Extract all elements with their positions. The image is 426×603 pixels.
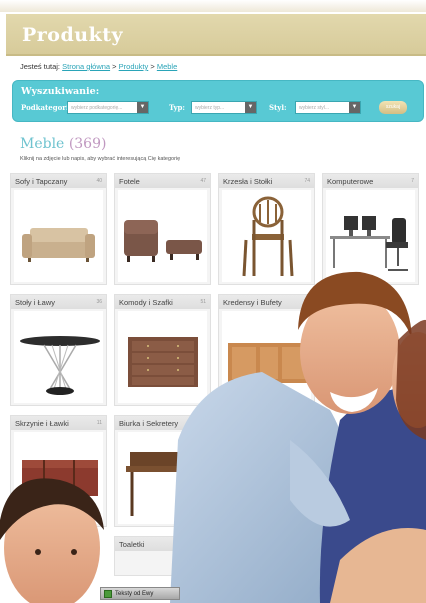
top-strip — [0, 0, 426, 12]
category-card[interactable]: Fotele 47 — [114, 173, 211, 285]
page-title: Produkty — [22, 24, 124, 46]
type-select[interactable]: wybierz typ... ▼ — [191, 101, 257, 114]
category-name: Krzesła i Stołki — [223, 177, 273, 186]
category-card-header: Stoły i Ławy 36 — [11, 295, 106, 309]
style-select[interactable]: wybierz styl... ▼ — [295, 101, 361, 114]
chevron-down-icon: ▼ — [349, 102, 360, 113]
category-select[interactable]: wybierz podkategorię... ▼ — [67, 101, 149, 114]
sofa-image[interactable] — [14, 190, 103, 282]
category-card-header: Krzesła i Stołki 74 — [219, 174, 314, 188]
category-card-header: Komody i Szafki 51 — [115, 295, 210, 309]
category-count: 40 — [96, 178, 102, 184]
category-name: Skrzynie i Ławki — [15, 419, 69, 428]
category-card[interactable]: Komputerowe 7 — [322, 173, 419, 285]
section-title: Meble (369) — [20, 136, 106, 152]
category-count: 74 — [304, 178, 310, 184]
category-name: Stoły i Ławy — [15, 298, 56, 307]
category-count: 7 — [411, 178, 414, 184]
style-select-value: wybierz styl... — [299, 105, 330, 111]
search-button[interactable]: szukaj — [379, 101, 407, 114]
sideboard-image[interactable] — [222, 311, 311, 403]
category-card[interactable]: Sofy i Tapczany 40 — [10, 173, 107, 285]
breadcrumb-separator: > — [112, 62, 117, 71]
breadcrumb-products-link[interactable]: Produkty — [119, 62, 149, 71]
breadcrumb-furniture-link[interactable]: Meble — [157, 62, 177, 71]
type-label: Typ: — [169, 103, 185, 112]
taskbar-button[interactable]: Teksty od Ewy — [100, 587, 180, 600]
style-label: Styl: — [269, 103, 287, 112]
category-card[interactable]: Kredensy i Bufety — [218, 294, 315, 406]
category-select-value: wybierz podkategorię... — [71, 105, 123, 111]
category-card-header: Fotele 47 — [115, 174, 210, 188]
taskbar-label: Teksty od Ewy — [115, 591, 154, 597]
category-card[interactable]: Toaletki — [114, 536, 211, 576]
chair-image[interactable] — [222, 190, 311, 282]
category-name: Sofy i Tapczany — [15, 177, 68, 186]
breadcrumb-prefix: Jesteś tutaj: — [20, 62, 61, 71]
section-instruction: Kliknij na zdjęcie lub napis, aby wybrać… — [20, 156, 181, 162]
category-card[interactable]: Biurka i Sekretery 16 — [114, 415, 211, 527]
category-name: Komody i Szafki — [119, 298, 173, 307]
category-card-header: Kredensy i Bufety — [219, 295, 314, 309]
category-card-header: Toaletki — [115, 537, 210, 551]
document-icon — [104, 590, 112, 598]
breadcrumb: Jesteś tutaj: Strona główna > Produkty >… — [20, 62, 177, 71]
category-card[interactable]: Krzesła i Stołki 74 — [218, 173, 315, 285]
category-name: Komputerowe — [327, 177, 374, 186]
category-count: 51 — [200, 299, 206, 305]
category-card[interactable]: Stoły i Ławy 36 — [10, 294, 107, 406]
category-card-header: Biurka i Sekretery 16 — [115, 416, 210, 430]
type-select-value: wybierz typ... — [195, 105, 225, 111]
category-card-header: Sofy i Tapczany 40 — [11, 174, 106, 188]
writing-desk-image[interactable] — [118, 432, 207, 524]
category-name: Fotele — [119, 177, 140, 186]
chevron-down-icon: ▼ — [137, 102, 148, 113]
section-count: (369) — [68, 136, 107, 152]
dresser-image[interactable] — [118, 311, 207, 403]
category-card[interactable]: Skrzynie i Ławki 11 — [10, 415, 107, 527]
category-card-header: Komputerowe 7 — [323, 174, 418, 188]
category-card-header: Skrzynie i Ławki 11 — [11, 416, 106, 430]
category-count: 36 — [96, 299, 102, 305]
table-image[interactable] — [14, 311, 103, 403]
category-count: 16 — [200, 420, 206, 426]
chest-image[interactable] — [14, 432, 103, 524]
section-title-text: Meble — [20, 136, 65, 152]
search-panel: Wyszukiwanie: Podkategoria: wybierz podk… — [12, 80, 424, 122]
category-count: 11 — [96, 420, 102, 426]
chevron-down-icon: ▼ — [245, 102, 256, 113]
search-title: Wyszukiwanie: — [21, 86, 100, 97]
category-name: Kredensy i Bufety — [223, 298, 282, 307]
category-card[interactable]: Komody i Szafki 51 — [114, 294, 211, 406]
search-filters: Podkategoria: wybierz podkategorię... ▼ … — [19, 101, 419, 115]
computer-desk-image[interactable] — [326, 190, 415, 282]
page-header: Produkty — [6, 14, 426, 56]
breadcrumb-separator: > — [150, 62, 155, 71]
category-count: 47 — [200, 178, 206, 184]
category-name: Toaletki — [119, 540, 145, 549]
category-name: Biurka i Sekretery — [119, 419, 179, 428]
armchair-image[interactable] — [118, 190, 207, 282]
breadcrumb-home-link[interactable]: Strona główna — [62, 62, 110, 71]
